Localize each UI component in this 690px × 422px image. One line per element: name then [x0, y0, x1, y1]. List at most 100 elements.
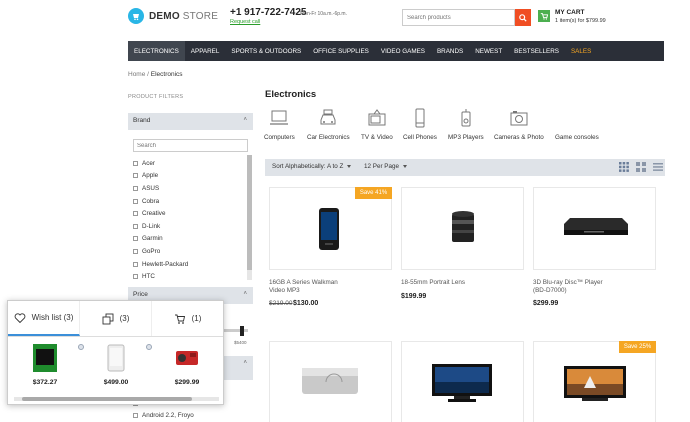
- price-slider-track[interactable]: [224, 329, 248, 332]
- checkbox[interactable]: [133, 413, 138, 418]
- panel-scrollbar[interactable]: [14, 397, 219, 401]
- brand-option-dlink[interactable]: D-Link: [133, 220, 188, 233]
- nav-bestsellers[interactable]: BESTSELLERS: [508, 41, 565, 61]
- list-view-icon[interactable]: [653, 162, 663, 172]
- store-hours: Mon-Fr 10a.m.-6p.m.: [300, 11, 347, 17]
- brand-option-htc[interactable]: HTC: [133, 270, 188, 283]
- brand-option-asus[interactable]: ASUS: [133, 182, 188, 195]
- brand-option-apple[interactable]: Apple: [133, 170, 188, 183]
- request-call-link[interactable]: Request call: [230, 19, 260, 25]
- breadcrumb: Home / Electronics: [128, 71, 183, 78]
- brand-option-hewlett-packard[interactable]: Hewlett-Packard: [133, 258, 188, 271]
- category-car-electronics[interactable]: Car Electronics: [307, 108, 350, 141]
- remove-item-icon[interactable]: [146, 344, 152, 350]
- brand-option-gopro[interactable]: GoPro: [133, 245, 188, 258]
- os-option-android-22[interactable]: Android 2.2, Froyo: [133, 412, 194, 419]
- product-card[interactable]: [401, 341, 524, 422]
- category-cell-phones[interactable]: Cell Phones: [403, 108, 437, 141]
- store-logo[interactable]: DEMO STORE: [128, 8, 218, 24]
- price-max-value: $5400: [234, 340, 247, 345]
- discount-badge: Save 41%: [355, 187, 392, 199]
- grid-view-icon[interactable]: [619, 162, 629, 172]
- product-card[interactable]: [401, 187, 524, 270]
- product-image-walkman[interactable]: [316, 206, 342, 252]
- nav-newest[interactable]: NEWEST: [469, 41, 508, 61]
- wishlist-item[interactable]: $299.99: [170, 343, 204, 386]
- scrollbar-thumb[interactable]: [247, 155, 252, 270]
- grid-large-view-icon[interactable]: [636, 162, 646, 172]
- category-tv-video[interactable]: TV & Video: [361, 108, 393, 141]
- nav-sports-outdoors[interactable]: SPORTS & OUTDOORS: [225, 41, 307, 61]
- search-input[interactable]: [402, 9, 515, 26]
- nav-sales[interactable]: SALES: [565, 41, 597, 61]
- product-card[interactable]: [533, 187, 656, 270]
- chevron-up-icon: ˄: [243, 360, 247, 366]
- product-card[interactable]: [269, 341, 392, 422]
- wishlist-item[interactable]: $499.00: [99, 343, 133, 386]
- tab-compare[interactable]: (3): [80, 301, 152, 336]
- brand-filter-header[interactable]: Brand ˄: [128, 113, 253, 130]
- brand-search-input[interactable]: [133, 139, 248, 152]
- product-name[interactable]: 18-55mm Portrait Lens: [401, 279, 465, 287]
- brand-option-garmin[interactable]: Garmin: [133, 233, 188, 246]
- checkbox[interactable]: [133, 185, 138, 191]
- checkbox[interactable]: [133, 274, 138, 280]
- product-card[interactable]: [533, 341, 656, 422]
- item-price: $299.99: [174, 379, 200, 386]
- category-mp3-players[interactable]: MP3 Players: [448, 108, 484, 141]
- remove-item-icon[interactable]: [78, 344, 84, 350]
- camera-icon: [510, 111, 528, 126]
- product-thumb-console[interactable]: [28, 343, 62, 373]
- product-image-player[interactable]: [300, 364, 360, 398]
- search-button[interactable]: [515, 9, 531, 26]
- category-computers[interactable]: Computers: [264, 108, 295, 141]
- sort-select[interactable]: Sort Alphabetically: A to Z: [272, 163, 352, 170]
- nav-office-supplies[interactable]: OFFICE SUPPLIES: [307, 41, 375, 61]
- nav-video-games[interactable]: VIDEO GAMES: [375, 41, 431, 61]
- item-price: $372.27: [32, 379, 58, 386]
- checkbox[interactable]: [133, 198, 138, 204]
- brand-list-scrollbar[interactable]: [247, 155, 252, 280]
- tab-wishlist[interactable]: Wish list (3): [8, 301, 80, 336]
- product-thumb-tablet[interactable]: [99, 343, 133, 373]
- brand-list: Acer Apple ASUS Cobra Creative D-Link Ga…: [133, 157, 188, 283]
- brand-option-cobra[interactable]: Cobra: [133, 195, 188, 208]
- checkbox[interactable]: [133, 223, 138, 229]
- category-game-consoles[interactable]: Game consoles: [555, 108, 599, 141]
- checkbox[interactable]: [133, 160, 138, 166]
- per-page-select[interactable]: 12 Per Page: [364, 163, 408, 170]
- checkbox[interactable]: [133, 236, 138, 242]
- wishlist-item[interactable]: $372.27: [28, 343, 62, 386]
- checkbox[interactable]: [133, 261, 138, 267]
- cart-icon[interactable]: [538, 10, 550, 22]
- nav-electronics[interactable]: ELECTRONICS: [128, 41, 185, 61]
- product-name[interactable]: 3D Blu-ray Disc™ Player (BD-D7000): [533, 279, 603, 295]
- nav-brands[interactable]: BRANDS: [431, 41, 469, 61]
- scrollbar-thumb[interactable]: [22, 397, 192, 401]
- panel-tabs: Wish list (3) (3) (1): [8, 301, 223, 337]
- tab-cart[interactable]: (1): [152, 301, 223, 336]
- caret-down-icon: [347, 164, 352, 168]
- product-old-price: $219.00: [269, 300, 293, 307]
- checkbox[interactable]: [133, 248, 138, 254]
- product-image-bluray[interactable]: [562, 216, 630, 240]
- price-slider-handle[interactable]: [240, 326, 244, 336]
- cart-title[interactable]: MY CART: [555, 9, 585, 16]
- product-image-tv[interactable]: [430, 362, 494, 406]
- checkbox[interactable]: [133, 173, 138, 179]
- item-price: $499.00: [103, 379, 129, 386]
- product-image-lens[interactable]: [448, 208, 478, 248]
- product-price: $199.99: [401, 293, 427, 300]
- gamepad-icon: [567, 108, 587, 128]
- category-cameras-photo[interactable]: Cameras & Photo: [494, 108, 544, 141]
- product-image-tv2[interactable]: [562, 364, 628, 404]
- checkbox[interactable]: [133, 211, 138, 217]
- brand-option-creative[interactable]: Creative: [133, 207, 188, 220]
- product-thumb-camera[interactable]: [170, 343, 204, 373]
- cart-summary[interactable]: 1 item(s) for $799.99: [555, 18, 606, 24]
- nav-apparel[interactable]: APPAREL: [185, 41, 226, 61]
- breadcrumb-home[interactable]: Home: [128, 71, 145, 78]
- brand-option-acer[interactable]: Acer: [133, 157, 188, 170]
- product-name[interactable]: 16GB A Series Walkman Video MP3: [269, 279, 338, 295]
- product-card[interactable]: [269, 187, 392, 270]
